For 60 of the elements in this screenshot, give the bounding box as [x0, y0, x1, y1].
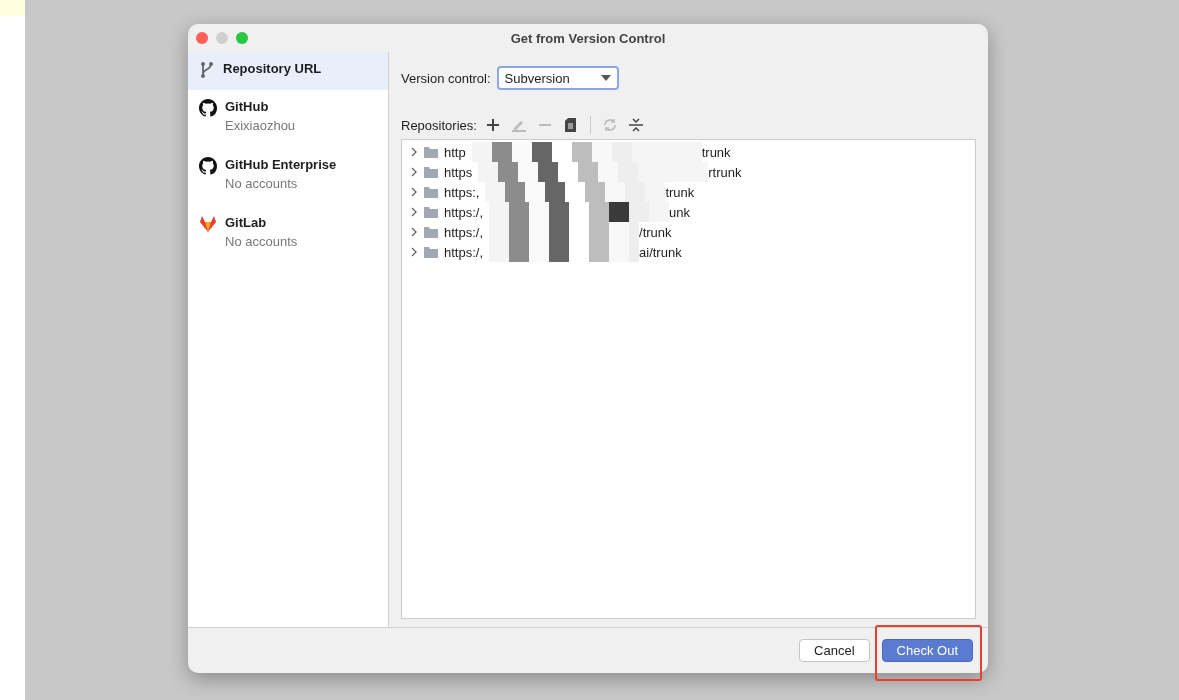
tree-row[interactable]: https rtrunk [402, 162, 975, 182]
note-strip [0, 0, 25, 16]
sidebar-item[interactable]: GitLab No accounts [188, 206, 388, 264]
repository-url: https [444, 164, 473, 180]
chevron-right-icon[interactable] [410, 207, 418, 217]
close-icon[interactable] [196, 32, 208, 44]
folder-icon [424, 206, 438, 218]
collapse-icon [628, 118, 643, 132]
document-icon [565, 118, 577, 132]
sidebar-item[interactable]: GitHub Exixiaozhou [188, 90, 388, 148]
repository-url: https:/, [444, 224, 484, 240]
repository-url: ai/trunk [639, 244, 682, 260]
octocat-icon [199, 157, 217, 175]
repository-url: unk [669, 204, 690, 220]
fox-icon [199, 215, 217, 233]
cancel-button[interactable]: Cancel [799, 639, 870, 662]
chevron-right-icon[interactable] [410, 167, 418, 177]
tree-row[interactable]: https:, trunk [402, 182, 975, 202]
item-label: GitHub Enterprise [225, 157, 337, 172]
item-subtitle: Exixiaozhou [225, 118, 296, 133]
item-label: Repository URL [223, 61, 322, 76]
tree-row[interactable]: http trunk [402, 142, 975, 162]
repository-url: trunk [701, 144, 731, 160]
folder-icon [424, 186, 438, 198]
chevron-right-icon[interactable] [410, 187, 418, 197]
field-label: Version control: [401, 70, 491, 86]
folder-icon [424, 146, 438, 158]
repository-url: https:/, [444, 244, 484, 260]
branch-icon [199, 61, 215, 79]
minus-icon [538, 124, 551, 126]
item-label: GitHub [225, 99, 270, 114]
refresh-icon [602, 118, 617, 132]
folder-icon [424, 166, 438, 178]
pencil-icon [511, 118, 526, 132]
item-label: GitLab [225, 215, 268, 230]
repository-url: rtrunk [708, 164, 742, 180]
folder-icon [424, 226, 438, 238]
add-icon [486, 119, 499, 131]
field-label: Repositories: [401, 117, 477, 133]
tree-row[interactable]: https:/, ai/trunk [402, 242, 975, 262]
tree-row[interactable]: https:/, /trunk [402, 222, 975, 242]
sidebar-item[interactable]: Repository URL [188, 52, 388, 90]
caret-icon [600, 75, 611, 81]
sidebar-item[interactable]: GitHub Enterprise No accounts [188, 148, 388, 206]
chevron-right-icon[interactable] [410, 147, 418, 157]
tree-row[interactable]: https:/, unk [402, 202, 975, 222]
chevron-right-icon[interactable] [410, 247, 418, 257]
repository-url: trunk [665, 184, 695, 200]
repository-url: https:, [444, 184, 480, 200]
item-subtitle: No accounts [225, 234, 298, 249]
repository-url: https:/, [444, 204, 484, 220]
folder-icon [424, 246, 438, 258]
check-out-button[interactable]: Check Out [881, 639, 973, 662]
repository-url: /trunk [639, 224, 672, 240]
window-title: Get from Version Control [510, 30, 666, 46]
repository-url: http [444, 144, 466, 160]
chevron-right-icon[interactable] [410, 227, 418, 237]
version-control-dropdown[interactable]: Subversion [496, 66, 619, 90]
octocat-icon [199, 99, 217, 117]
item-subtitle: No accounts [225, 176, 299, 191]
